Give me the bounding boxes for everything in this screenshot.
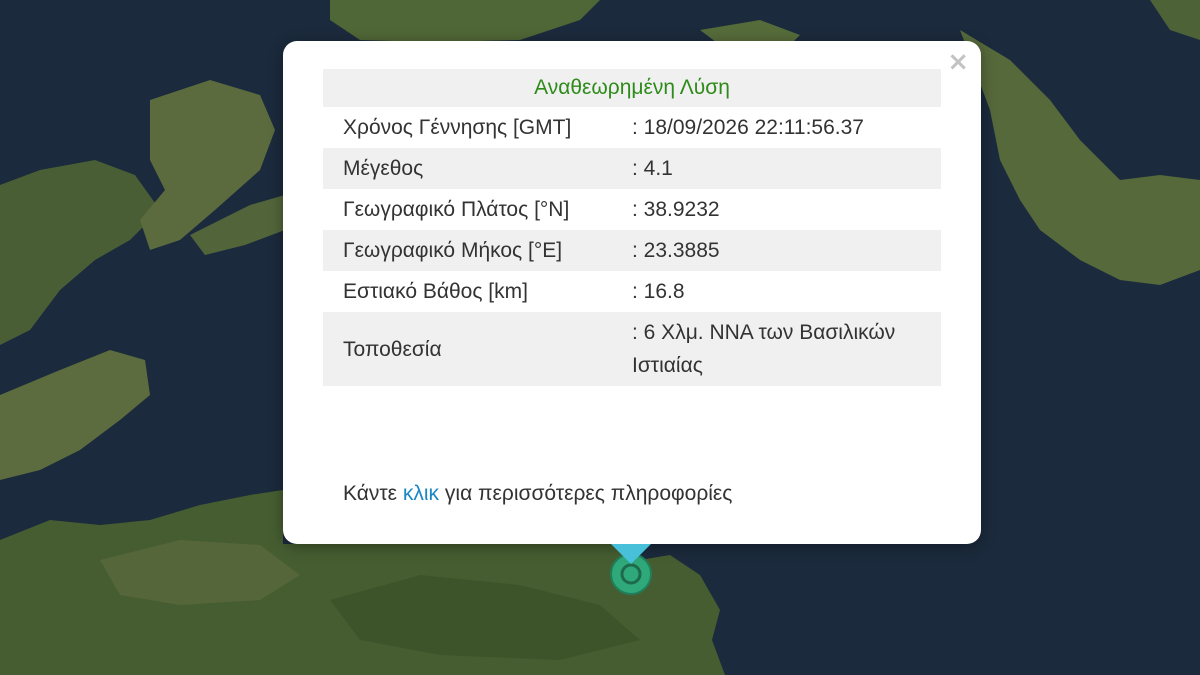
more-info-prefix: Κάντε [343,482,403,505]
earthquake-info-popup: × Αναθεωρημένη Λύση Χρόνος Γέννησης [GMT… [283,41,981,544]
table-row-location: Τοποθεσία : 6 Χλμ. ΝΝΑ των Βασιλικών Ιστ… [323,312,941,386]
origin-time-value: : 18/09/2026 22:11:56.37 [632,116,864,139]
table-row-magnitude: Μέγεθος : 4.1 [323,148,941,189]
popup-header: Αναθεωρημένη Λύση [323,69,941,107]
popup-pointer-tip [611,544,651,564]
earthquake-info-table: Αναθεωρημένη Λύση Χρόνος Γέννησης [GMT] … [323,69,941,386]
more-info-link[interactable]: κλικ [403,482,439,505]
table-row-origin-time: Χρόνος Γέννησης [GMT] : 18/09/2026 22:11… [323,107,941,148]
depth-value: : 16.8 [632,280,685,303]
location-label: Τοποθεσία [323,312,632,386]
more-info-line: Κάντε κλικ για περισσότερες πληροφορίες [343,479,732,509]
origin-time-label: Χρόνος Γέννησης [GMT] [343,116,572,139]
depth-label: Εστιακό Βάθος [km] [343,280,528,303]
latitude-label: Γεωγραφικό Πλάτος [°N] [343,198,570,221]
magnitude-value: : 4.1 [632,148,941,189]
table-row-longitude: Γεωγραφικό Μήκος [°E] : 23.3885 [323,230,941,271]
magnitude-label: Μέγεθος [323,148,632,189]
table-row-depth: Εστιακό Βάθος [km] : 16.8 [323,271,941,312]
table-row-latitude: Γεωγραφικό Πλάτος [°N] : 38.9232 [323,189,941,230]
latitude-value: : 38.9232 [632,198,720,221]
more-info-suffix: για περισσότερες πληροφορίες [439,482,733,505]
longitude-label: Γεωγραφικό Μήκος [°E] [323,230,632,271]
location-value: : 6 Χλμ. ΝΝΑ των Βασιλικών Ιστιαίας [632,312,941,386]
longitude-value: : 23.3885 [632,230,941,271]
close-icon[interactable]: × [947,49,969,75]
